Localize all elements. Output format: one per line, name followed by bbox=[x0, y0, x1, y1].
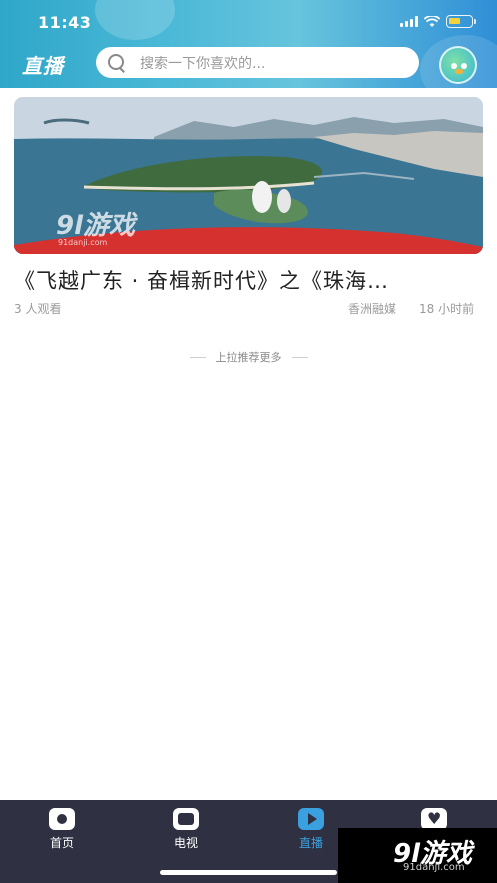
tab-tv[interactable]: 电视 bbox=[156, 808, 216, 858]
divider bbox=[189, 356, 206, 358]
divider bbox=[291, 356, 308, 358]
watermark-url: 91danji.com bbox=[403, 862, 465, 873]
search-icon bbox=[108, 53, 126, 72]
home-icon bbox=[49, 808, 75, 830]
load-more-label: 上拉推荐更多 bbox=[215, 351, 282, 364]
search-bar[interactable]: 搜索一下你喜欢的... bbox=[96, 47, 419, 78]
battery-icon bbox=[446, 15, 476, 28]
app-root: 11:43 直播 搜索一下你喜欢的... 9l游戏 91danji.com 《飞… bbox=[0, 0, 497, 883]
header-decoration bbox=[95, 0, 175, 40]
thumbnail-watermark: 9l游戏 91danji.com bbox=[56, 211, 136, 247]
tab-live-label: 直播 bbox=[298, 836, 323, 850]
tab-tv-label: 电视 bbox=[173, 836, 198, 850]
play-icon bbox=[298, 808, 324, 830]
search-placeholder: 搜索一下你喜欢的... bbox=[140, 55, 266, 72]
tv-icon bbox=[173, 808, 199, 830]
tab-live[interactable]: 直播 bbox=[281, 808, 341, 858]
wifi-icon bbox=[424, 15, 440, 27]
load-more-hint: 上拉推荐更多 bbox=[0, 349, 497, 365]
tab-home-label: 首页 bbox=[49, 836, 74, 850]
publish-time: 18 小时前 bbox=[419, 302, 475, 316]
header: 11:43 直播 搜索一下你喜欢的... bbox=[0, 0, 497, 88]
app-logo: 直播 bbox=[22, 54, 64, 78]
video-title[interactable]: 《飞越广东 · 奋楫新时代》之《珠海… bbox=[14, 265, 484, 295]
home-indicator bbox=[160, 870, 337, 875]
avatar[interactable] bbox=[439, 46, 477, 84]
status-icons bbox=[400, 15, 476, 28]
view-count: 3 人观看 bbox=[14, 302, 62, 316]
status-time: 11:43 bbox=[38, 13, 92, 32]
signal-icon bbox=[400, 16, 418, 27]
heart-icon bbox=[421, 808, 447, 830]
source-name: 香洲融媒 bbox=[348, 302, 397, 316]
tab-home[interactable]: 首页 bbox=[32, 808, 92, 858]
video-thumbnail[interactable]: 9l游戏 91danji.com bbox=[14, 97, 483, 254]
